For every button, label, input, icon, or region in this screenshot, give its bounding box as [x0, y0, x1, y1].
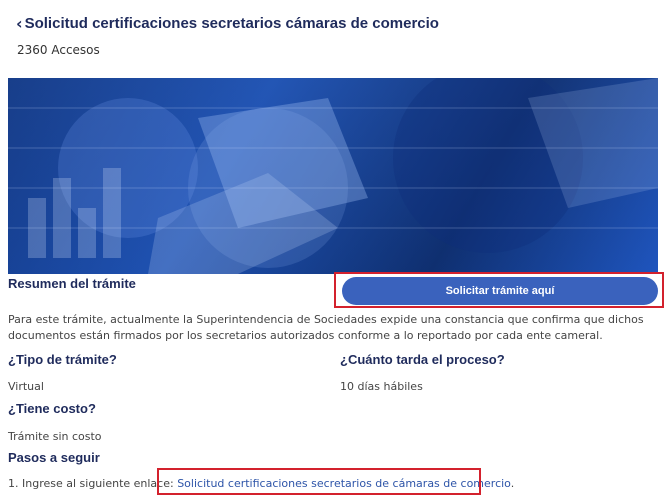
hero-banner [8, 78, 658, 274]
request-procedure-button[interactable]: Solicitar trámite aquí [342, 277, 658, 305]
procedure-type-label: ¿Tipo de trámite? [8, 352, 117, 367]
access-count: 2360 Accesos [17, 43, 100, 57]
back-chevron-icon[interactable]: ‹ [16, 14, 23, 33]
step-1-prefix: 1. Ingrese al siguiente enlace: [8, 477, 178, 490]
summary-heading: Resumen del trámite [8, 276, 136, 291]
duration-label: ¿Cuánto tarda el proceso? [340, 352, 505, 367]
steps-heading: Pasos a seguir [8, 450, 100, 465]
page-title: Solicitud certificaciones secretarios cá… [24, 15, 439, 32]
cost-value: Trámite sin costo [8, 430, 102, 443]
cost-label: ¿Tiene costo? [8, 401, 96, 416]
page-header: ‹ Solicitud certificaciones secretarios … [16, 14, 439, 33]
link-highlight-box [157, 468, 481, 495]
summary-description: Para este trámite, actualmente la Superi… [8, 313, 644, 342]
procedure-type-value: Virtual [8, 380, 44, 393]
duration-value: 10 días hábiles [340, 380, 423, 393]
step-1-suffix: . [510, 477, 515, 490]
